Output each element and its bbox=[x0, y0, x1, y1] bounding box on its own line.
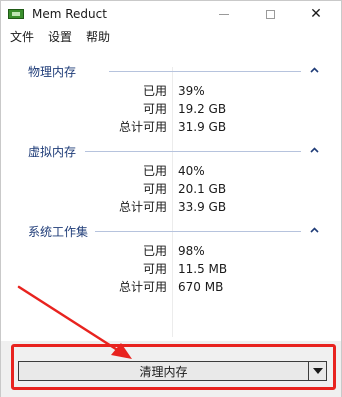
menu-settings[interactable]: 设置 bbox=[48, 28, 72, 45]
group-separator bbox=[109, 71, 301, 72]
maximize-button[interactable] bbox=[247, 1, 293, 27]
stat-label: 可用 bbox=[142, 102, 167, 116]
stat-row: 可用 19.2 GB bbox=[1, 100, 341, 118]
stat-value: 31.9 GB bbox=[178, 120, 227, 134]
stat-label: 总计可用 bbox=[118, 280, 167, 294]
stat-value: 19.2 GB bbox=[178, 102, 227, 116]
stat-row: 已用 39% bbox=[1, 82, 341, 100]
group-separator bbox=[95, 231, 301, 232]
annotation-highlight-box bbox=[11, 344, 336, 390]
stat-label: 可用 bbox=[142, 262, 167, 276]
minimize-button[interactable] bbox=[201, 1, 247, 27]
stat-label: 已用 bbox=[142, 84, 167, 98]
window-title: Mem Reduct bbox=[32, 7, 107, 21]
stat-label: 总计可用 bbox=[118, 200, 167, 214]
group-separator bbox=[85, 151, 301, 152]
group-title: 虚拟内存 bbox=[28, 144, 77, 159]
stat-value: 33.9 GB bbox=[178, 200, 227, 214]
app-window: Mem Reduct ✕ 文件 设置 帮助 物理内存 已用 39% 可用 19.… bbox=[0, 0, 342, 397]
stat-label: 已用 bbox=[142, 164, 167, 178]
group-title: 物理内存 bbox=[28, 64, 77, 79]
close-icon: ✕ bbox=[310, 6, 322, 22]
menu-file[interactable]: 文件 bbox=[10, 28, 34, 45]
stat-row: 总计可用 31.9 GB bbox=[1, 118, 341, 136]
stat-label: 已用 bbox=[142, 244, 167, 258]
title-bar[interactable]: Mem Reduct ✕ bbox=[1, 1, 341, 27]
stat-label: 总计可用 bbox=[118, 120, 167, 134]
stat-value: 670 MB bbox=[178, 280, 224, 294]
menu-help[interactable]: 帮助 bbox=[86, 28, 110, 45]
close-button[interactable]: ✕ bbox=[293, 1, 339, 27]
collapse-icon[interactable] bbox=[308, 64, 320, 76]
group-title: 系统工作集 bbox=[28, 224, 89, 239]
stat-row: 可用 11.5 MB bbox=[1, 260, 341, 278]
collapse-icon[interactable] bbox=[308, 144, 320, 156]
minimize-icon bbox=[219, 13, 229, 15]
maximize-icon bbox=[265, 9, 275, 19]
stat-value: 98% bbox=[178, 244, 205, 258]
stat-value: 39% bbox=[178, 84, 205, 98]
stat-value: 11.5 MB bbox=[178, 262, 228, 276]
stat-row: 已用 98% bbox=[1, 242, 341, 260]
stat-row: 总计可用 33.9 GB bbox=[1, 198, 341, 216]
stat-row: 已用 40% bbox=[1, 162, 341, 180]
stat-row: 总计可用 670 MB bbox=[1, 278, 341, 296]
stat-value: 20.1 GB bbox=[178, 182, 227, 196]
collapse-icon[interactable] bbox=[308, 224, 320, 236]
stat-label: 可用 bbox=[142, 182, 167, 196]
memory-chip-icon bbox=[8, 9, 24, 19]
menu-bar: 文件 设置 帮助 bbox=[1, 27, 341, 45]
stat-row: 可用 20.1 GB bbox=[1, 180, 341, 198]
stat-value: 40% bbox=[178, 164, 205, 178]
